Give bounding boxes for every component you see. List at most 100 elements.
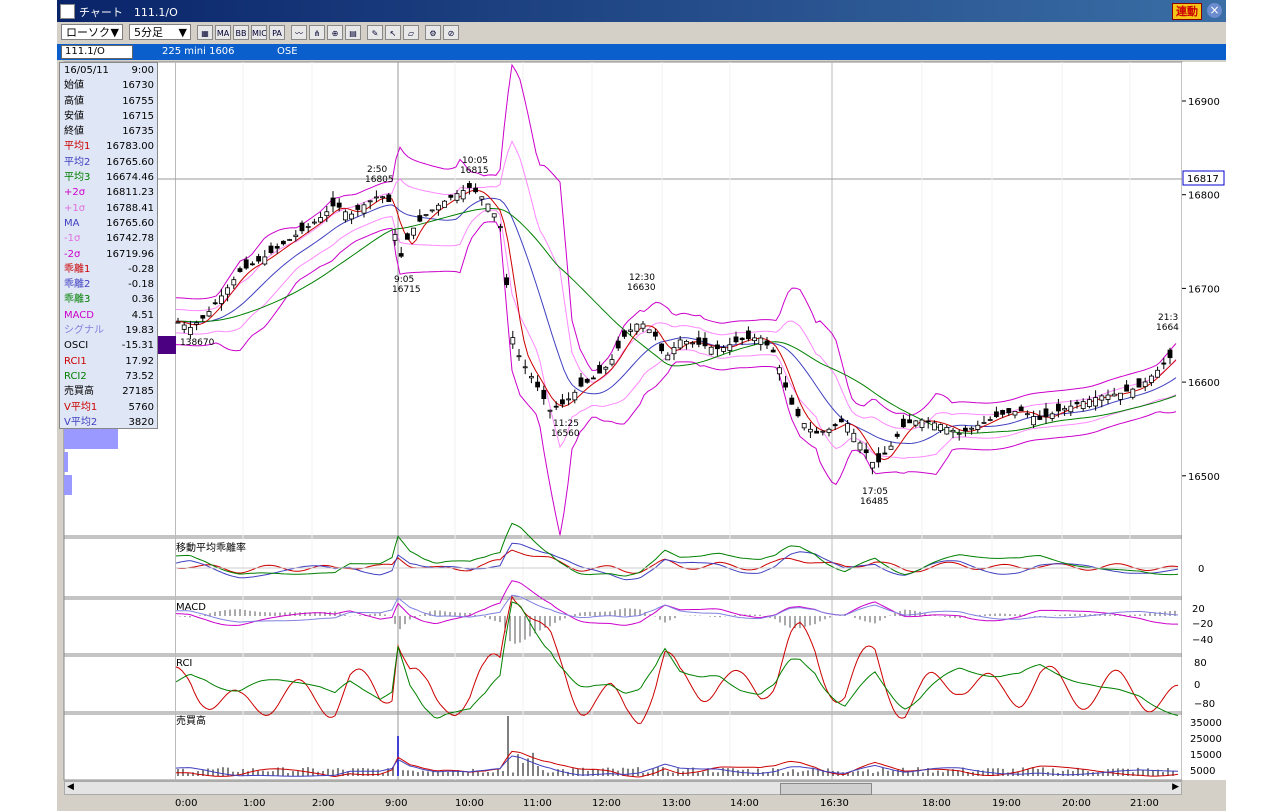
candle-body xyxy=(435,204,441,211)
panel-axis-label: 0 xyxy=(1198,564,1204,575)
candle-body xyxy=(919,419,925,428)
candle-body xyxy=(305,226,311,228)
scroll-right-icon[interactable]: ▶ xyxy=(1172,782,1179,792)
panel-axis-label: −80 xyxy=(1194,699,1215,710)
info-value: 16674.46 xyxy=(106,172,154,184)
candle-body xyxy=(280,240,286,245)
info-row: 始値 16730 xyxy=(60,78,157,93)
plot-background xyxy=(63,61,1183,781)
ohlc-info-panel: 16/05/11 9:00 始値 16730 高値 16755 安値 16715 終値 167… xyxy=(59,62,158,429)
candle-body xyxy=(318,217,324,223)
candle-body xyxy=(845,423,850,433)
candle-body xyxy=(311,221,317,224)
candle-body xyxy=(814,430,819,434)
candle-body xyxy=(801,423,807,429)
info-row: RCI2 73.52 xyxy=(60,369,157,384)
annotation-time: 21:3 xyxy=(1158,313,1178,323)
candle-body xyxy=(473,187,479,193)
candle-body xyxy=(454,193,460,201)
candle-body xyxy=(584,378,590,383)
volume-profile-bar xyxy=(64,429,118,449)
candle-body xyxy=(609,359,615,365)
panel-axis-label: 0 xyxy=(1194,680,1200,691)
scroll-thumb[interactable] xyxy=(780,783,872,795)
candle-body xyxy=(727,344,733,351)
candle-body xyxy=(330,197,336,207)
candle-body xyxy=(1000,410,1005,415)
info-value: 17.92 xyxy=(125,355,154,367)
info-label: 売買高 xyxy=(64,386,94,398)
candle-body xyxy=(299,222,305,232)
info-value: 73.52 xyxy=(125,370,154,382)
candle-body xyxy=(491,213,497,218)
annotation-time: 10:05 xyxy=(462,156,488,166)
candle-body xyxy=(349,213,355,220)
candle-body xyxy=(386,194,392,202)
info-label: 乖離2 xyxy=(64,279,91,291)
candle-body xyxy=(175,321,181,324)
candle-body xyxy=(758,337,764,345)
candle-body xyxy=(739,337,745,341)
candle-body xyxy=(212,302,218,305)
candle-body xyxy=(863,449,869,454)
candle-body xyxy=(181,324,187,330)
candle-body xyxy=(429,209,435,212)
candle-body xyxy=(541,389,547,399)
info-row: 平均2 16765.60 xyxy=(60,155,157,170)
candle-body xyxy=(963,427,968,432)
candle-body xyxy=(684,341,689,345)
info-label: -1σ xyxy=(64,233,81,245)
candle-body xyxy=(293,234,299,238)
candle-body xyxy=(411,227,417,236)
candle-body xyxy=(603,366,609,370)
candle-body xyxy=(677,339,683,349)
candle-body xyxy=(1155,369,1160,378)
candle-body xyxy=(547,409,553,412)
candle-body xyxy=(367,200,373,203)
info-row: 平均3 16674.46 xyxy=(60,170,157,185)
x-tick-label: 16:30 xyxy=(820,798,849,809)
info-value: 27185 xyxy=(122,386,154,398)
candle-body xyxy=(355,205,361,210)
info-label: 平均3 xyxy=(64,172,91,184)
candle-body xyxy=(770,349,776,353)
candle-body xyxy=(659,343,664,352)
info-value: 16765.60 xyxy=(106,156,154,168)
annotation-time: 2:50 xyxy=(367,165,387,175)
horizontal-scrollbar[interactable]: ◀ ▶ xyxy=(64,781,1182,795)
candle-body xyxy=(218,295,224,304)
candle-body xyxy=(1118,392,1123,400)
annotation-time: 9:05 xyxy=(394,275,414,285)
info-value: 16783.00 xyxy=(106,141,154,153)
annotation-price: 1664 xyxy=(1156,323,1179,333)
info-label: RCI1 xyxy=(64,355,87,367)
candle-body xyxy=(1124,384,1129,392)
info-value: 16765.60 xyxy=(106,217,154,229)
info-row: MACD 4.51 xyxy=(60,308,157,323)
left-gridline xyxy=(175,62,176,780)
chart-canvas[interactable]: 16900 16800 16700 16600 16500 16817 2:5016805 1… xyxy=(0,0,1280,811)
candle-body xyxy=(764,340,770,346)
candle-body xyxy=(795,408,801,417)
candle-body xyxy=(262,256,268,265)
candle-body xyxy=(1167,349,1173,359)
candle-body xyxy=(690,342,695,345)
annotation-price: 16630 xyxy=(627,283,656,293)
candle-body xyxy=(715,344,720,350)
scroll-left-icon[interactable]: ◀ xyxy=(67,782,74,792)
x-tick-label: 18:00 xyxy=(922,798,951,809)
volume-profile-label: 138670 xyxy=(180,338,215,348)
candle-body xyxy=(913,420,919,426)
candle-body xyxy=(187,327,193,335)
info-row: 乖離1 -0.28 xyxy=(60,262,157,277)
info-datetime-row: 16/05/11 9:00 xyxy=(60,63,157,78)
price-tick-label: 16900 xyxy=(1188,97,1220,108)
candle-body xyxy=(956,432,962,435)
candle-body xyxy=(1142,381,1148,387)
candle-body xyxy=(857,442,863,451)
panel-axis-label: 5000 xyxy=(1190,766,1215,777)
candle-body xyxy=(1062,408,1067,411)
candle-body xyxy=(497,226,503,228)
candle-body xyxy=(1068,405,1074,413)
panel-title: 移動平均乖離率 xyxy=(176,541,246,554)
